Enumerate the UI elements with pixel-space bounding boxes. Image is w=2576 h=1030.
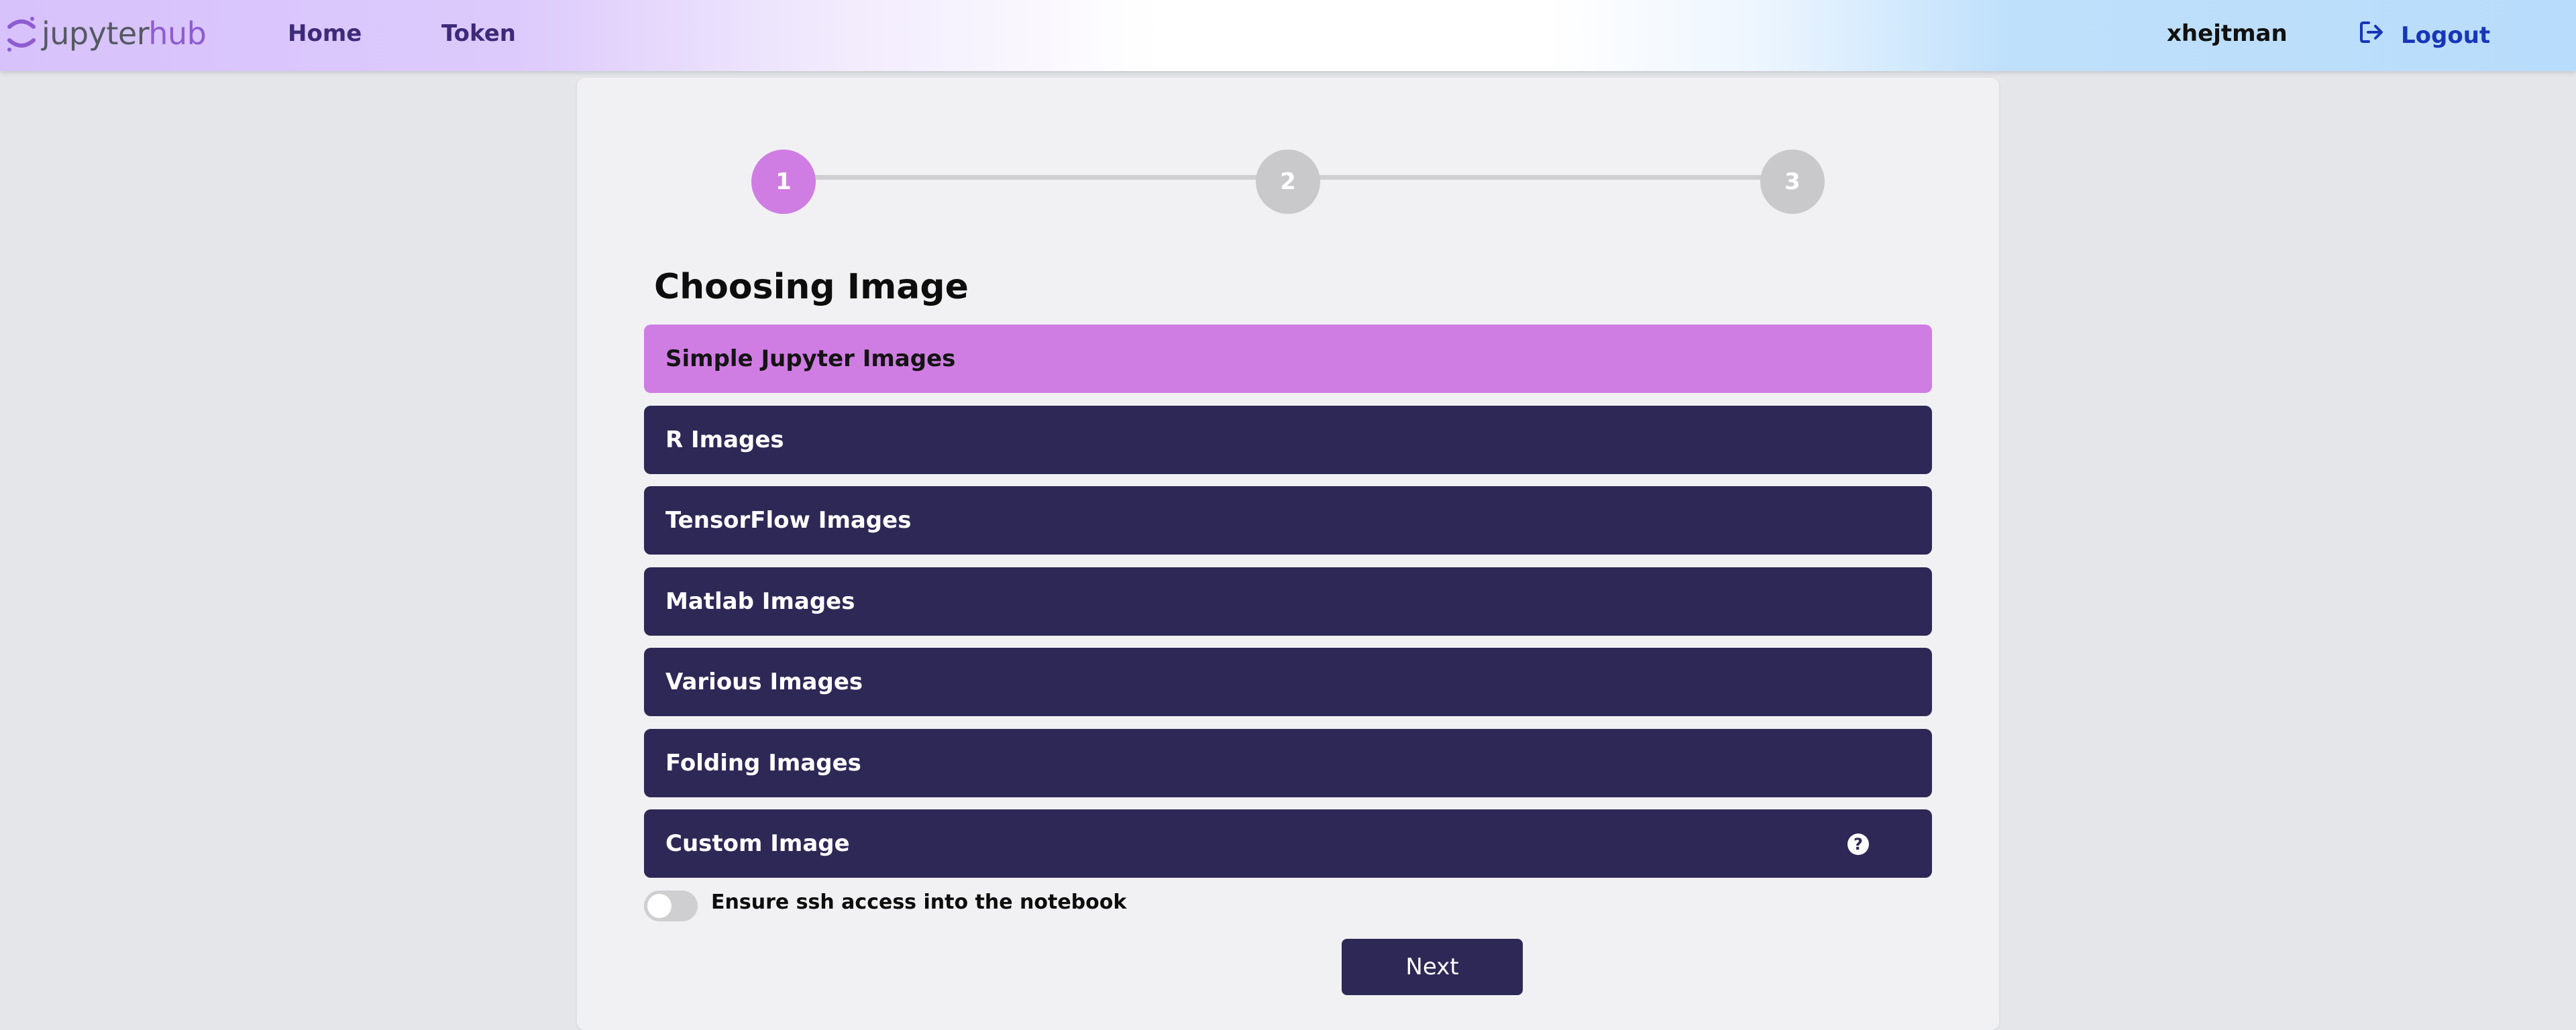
logout-label: Logout: [2401, 21, 2491, 49]
option-label: R Images: [665, 426, 784, 453]
option-r-images[interactable]: R Images: [644, 406, 1932, 474]
username: xhejtman: [2167, 20, 2288, 47]
jupyter-logo-icon: [5, 12, 38, 55]
logout-button[interactable]: Logout: [2358, 19, 2490, 52]
top-navbar: jupyterhub Home Token xhejtman Logout: [0, 0, 2576, 71]
sign-out-icon: [2358, 19, 2385, 52]
option-label: Various Images: [665, 669, 863, 695]
step-2-indicator: 2: [1256, 150, 1320, 214]
option-tensorflow-images[interactable]: TensorFlow Images: [644, 486, 1932, 555]
option-label: Custom Image: [665, 830, 850, 857]
logo-text: jupyterhub: [42, 15, 207, 52]
nav-token-link[interactable]: Token: [441, 20, 516, 47]
option-label: Simple Jupyter Images: [665, 345, 956, 372]
option-matlab-images[interactable]: Matlab Images: [644, 567, 1932, 636]
nav-home-link[interactable]: Home: [288, 20, 362, 47]
option-various-images[interactable]: Various Images: [644, 648, 1932, 716]
option-label: Matlab Images: [665, 588, 855, 615]
option-label: Folding Images: [665, 750, 861, 777]
ssh-access-label: Ensure ssh access into the notebook: [711, 891, 1127, 914]
option-folding-images[interactable]: Folding Images: [644, 729, 1932, 797]
ssh-access-toggle[interactable]: [644, 891, 698, 921]
step-1-indicator: 1: [751, 150, 816, 214]
option-label: TensorFlow Images: [665, 507, 912, 534]
option-custom-image[interactable]: Custom Image ?: [644, 809, 1932, 878]
jupyterhub-logo[interactable]: jupyterhub: [5, 12, 207, 55]
next-button[interactable]: Next: [1342, 939, 1523, 995]
toggle-knob: [647, 894, 672, 918]
section-title: Choosing Image: [654, 267, 969, 307]
step-3-indicator: 3: [1760, 150, 1825, 214]
help-icon[interactable]: ?: [1847, 834, 1869, 855]
option-simple-jupyter-images[interactable]: Simple Jupyter Images: [644, 325, 1932, 393]
